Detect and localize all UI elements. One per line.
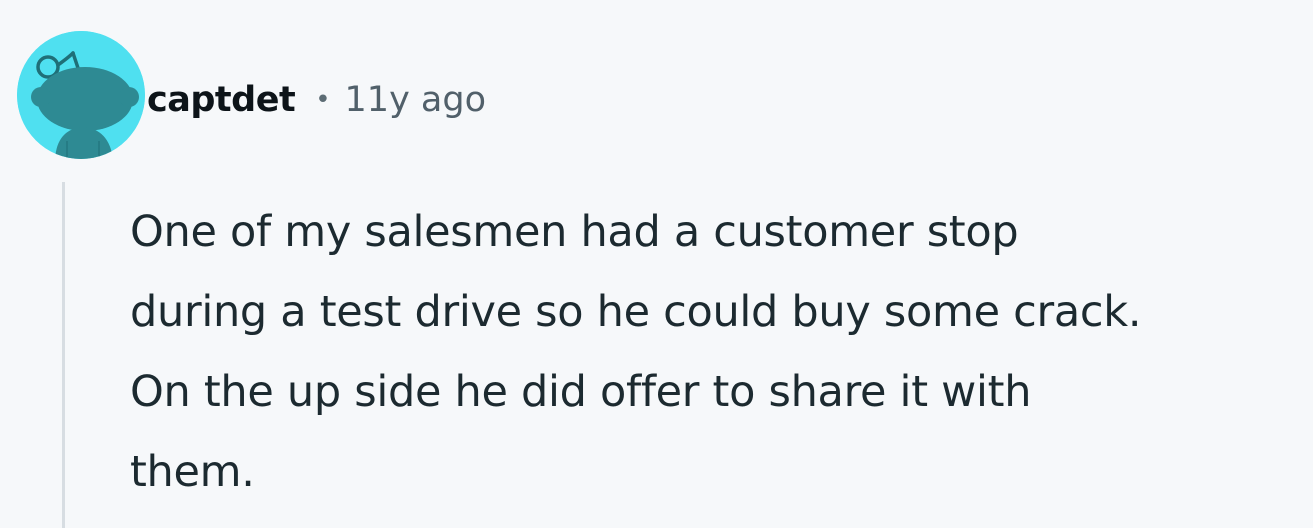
comment: captdet • 11y ago One of my salesmen had… bbox=[0, 0, 1313, 528]
timestamp[interactable]: 11y ago bbox=[345, 80, 486, 120]
comment-body-line: them. bbox=[130, 447, 255, 497]
meta-separator: • bbox=[315, 85, 331, 115]
comment-body-line: On the up side he did offer to share it … bbox=[130, 367, 1032, 417]
comment-body: One of my salesmen had a customer stop d… bbox=[130, 192, 1305, 512]
username-link[interactable]: captdet bbox=[147, 80, 296, 120]
user-avatar[interactable] bbox=[17, 31, 145, 159]
comment-body-line: during a test drive so he could buy some… bbox=[130, 287, 1142, 337]
comment-meta: captdet • 11y ago bbox=[147, 74, 486, 126]
reddit-snoo-avatar-icon bbox=[17, 31, 145, 159]
comment-body-line: One of my salesmen had a customer stop bbox=[130, 207, 1019, 257]
thread-line[interactable] bbox=[62, 182, 65, 528]
